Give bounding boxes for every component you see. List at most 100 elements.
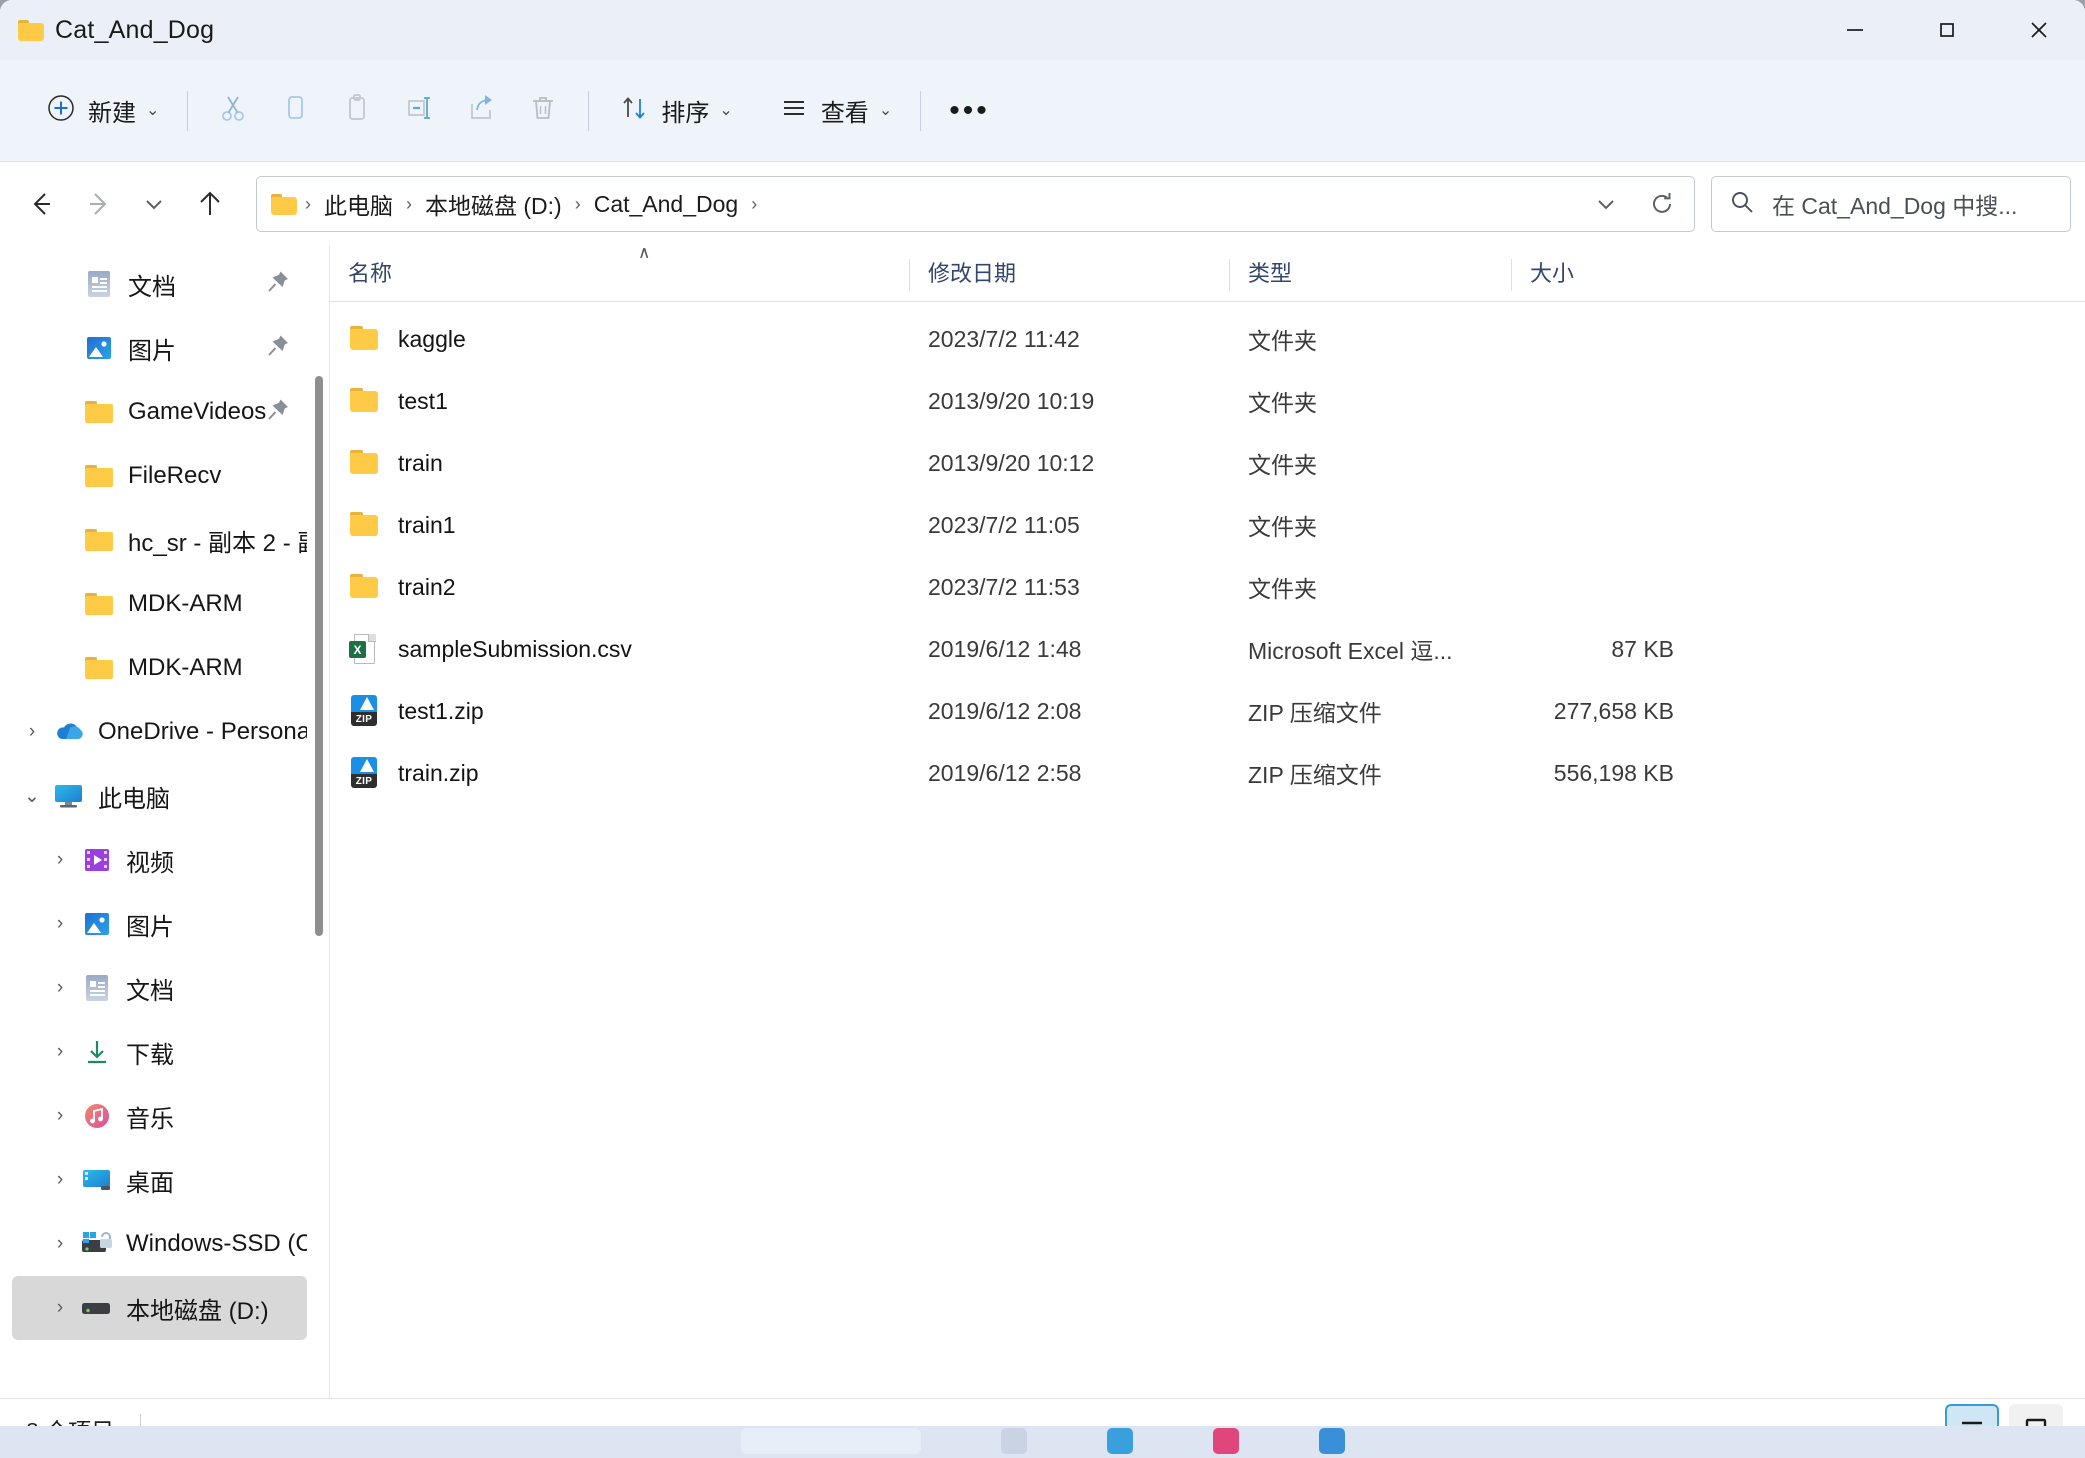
breadcrumb-item-this-pc[interactable]: 此电脑 [315, 182, 402, 226]
chevron-right-icon[interactable]: › [40, 1276, 80, 1340]
sidebar-scrollbar[interactable] [313, 376, 325, 1318]
table-row[interactable]: kaggle 2023/7/2 11:42 文件夹 [330, 308, 2085, 370]
file-date-cell: 2023/7/2 11:05 [928, 511, 1080, 538]
file-name-cell[interactable]: ZIP test1.zip [330, 695, 910, 727]
sidebar-item-label: 文档 [128, 273, 176, 301]
folder-icon [348, 447, 382, 479]
taskbar-item-4[interactable] [1318, 1428, 1345, 1454]
chevron-right-icon[interactable]: › [40, 828, 80, 892]
paste-button[interactable] [326, 80, 388, 142]
breadcrumb-item-local-disk-d[interactable]: 本地磁盘 (D:) [416, 182, 571, 226]
sidebar-item-9[interactable]: › 视频 [12, 828, 307, 892]
cut-button[interactable] [202, 80, 264, 142]
chevron-right-icon[interactable]: › [40, 1212, 80, 1276]
videos-icon [80, 843, 114, 877]
file-name-cell[interactable]: test1 [330, 385, 910, 417]
refresh-button[interactable] [1634, 179, 1690, 229]
table-row[interactable]: XsampleSubmission.csv 2019/6/12 1:48 Micro… [330, 618, 2085, 680]
sidebar-item-14[interactable]: › 桌面 [12, 1148, 307, 1212]
sidebar-item-13[interactable]: › 音乐 [12, 1084, 307, 1148]
file-name-cell[interactable]: train [330, 447, 910, 479]
sidebar-item-1[interactable]: 图片 [12, 316, 307, 380]
sidebar-item-15[interactable]: › Windows-SSD (C:) [12, 1212, 307, 1276]
forward-button[interactable] [70, 176, 126, 232]
back-button[interactable] [14, 176, 70, 232]
search-input[interactable]: 在 Cat_And_Dog 中搜... [1772, 187, 2017, 221]
sidebar-item-3[interactable]: FileRecv [12, 444, 307, 508]
sidebar-item-6[interactable]: MDK-ARM [12, 636, 307, 700]
chevron-right-icon[interactable]: › [40, 1020, 80, 1084]
sidebar-item-11[interactable]: › 文档 [12, 956, 307, 1020]
sidebar-item-12[interactable]: › 下载 [12, 1020, 307, 1084]
clipboard-icon [340, 91, 374, 130]
command-toolbar: 新建 ⌄ 排序 ⌄ 查看 ⌄ ••• [0, 60, 2085, 162]
sidebar-item-label: MDK-ARM [128, 654, 243, 681]
rename-button[interactable] [388, 80, 450, 142]
sidebar-item-16[interactable]: › 本地磁盘 (D:) [12, 1276, 307, 1340]
column-header-name[interactable]: ∧ 名称 [330, 243, 910, 301]
column-header-date-modified[interactable]: 修改日期 [910, 245, 1230, 301]
sidebar-scrollbar-thumb[interactable] [315, 376, 323, 936]
toolbar-divider-3 [920, 90, 922, 131]
column-header-size-label: 大小 [1530, 261, 1575, 286]
table-row[interactable]: train1 2023/7/2 11:05 文件夹 [330, 494, 2085, 556]
taskbar-item-3[interactable] [1212, 1428, 1239, 1454]
view-button[interactable]: 查看 ⌄ [763, 80, 906, 142]
table-row[interactable]: train2 2023/7/2 11:53 文件夹 [330, 556, 2085, 618]
table-row[interactable]: train 2013/9/20 10:12 文件夹 [330, 432, 2085, 494]
desktop-icon [80, 1163, 114, 1197]
file-name-cell[interactable]: kaggle [330, 323, 910, 355]
sidebar-item-8[interactable]: ⌄ 此电脑 [12, 764, 307, 828]
breadcrumb-separator: › [305, 193, 311, 214]
search-box[interactable]: 在 Cat_And_Dog 中搜... [1711, 176, 2071, 232]
sidebar-item-0[interactable]: 文档 [12, 252, 307, 316]
pin-icon[interactable] [265, 333, 291, 364]
maximize-button[interactable] [1901, 0, 1993, 60]
scissors-icon [216, 91, 250, 130]
address-dropdown-button[interactable] [1578, 179, 1634, 229]
sort-button[interactable]: 排序 ⌄ [603, 80, 746, 142]
pin-icon[interactable] [265, 269, 291, 300]
sidebar-item-2[interactable]: GameVideos [12, 380, 307, 444]
file-date-cell: 2019/6/12 2:08 [928, 697, 1082, 724]
address-bar[interactable]: › 此电脑 › 本地磁盘 (D:) › Cat_And_Dog › [256, 176, 1695, 232]
sidebar-item-7[interactable]: › OneDrive - Persona [12, 700, 307, 764]
table-row[interactable]: test1 2013/9/20 10:19 文件夹 [330, 370, 2085, 432]
column-header-type[interactable]: 类型 [1230, 245, 1512, 301]
file-name-cell[interactable]: XsampleSubmission.csv [330, 633, 910, 665]
table-row[interactable]: ZIP test1.zip 2019/6/12 2:08 ZIP 压缩文件 277,65… [330, 680, 2085, 742]
onedrive-icon [52, 715, 86, 749]
chevron-down-icon[interactable]: ⌄ [12, 764, 52, 828]
sidebar-item-label: 音乐 [126, 1105, 174, 1133]
new-button[interactable]: 新建 ⌄ [30, 80, 173, 142]
breadcrumb-separator: › [406, 193, 412, 214]
taskbar-item-2[interactable] [1106, 1428, 1133, 1454]
trash-icon [526, 91, 560, 130]
file-name-label: train2 [398, 573, 456, 600]
file-name-cell[interactable]: ZIP train.zip [330, 757, 910, 789]
table-row[interactable]: ZIP train.zip 2019/6/12 2:58 ZIP 压缩文件 556,19… [330, 742, 2085, 804]
see-more-button[interactable]: ••• [935, 80, 1004, 142]
chevron-right-icon[interactable]: › [40, 956, 80, 1020]
minimize-button[interactable] [1809, 0, 1901, 60]
sidebar-item-10[interactable]: › 图片 [12, 892, 307, 956]
up-button[interactable] [182, 176, 238, 232]
file-name-cell[interactable]: train1 [330, 509, 910, 541]
delete-button[interactable] [512, 80, 574, 142]
chevron-right-icon[interactable]: › [40, 1148, 80, 1212]
chevron-right-icon[interactable]: › [12, 700, 52, 764]
close-button[interactable] [1993, 0, 2085, 60]
share-button[interactable] [450, 80, 512, 142]
sidebar-item-5[interactable]: MDK-ARM [12, 572, 307, 636]
copy-button[interactable] [264, 80, 326, 142]
chevron-right-icon[interactable]: › [40, 892, 80, 956]
sidebar-item-4[interactable]: hc_sr - 副本 2 - 副本 [12, 508, 307, 572]
taskbar-search[interactable] [740, 1428, 921, 1454]
column-header-size[interactable]: 大小 [1512, 245, 1712, 301]
breadcrumb-item-cat-and-dog[interactable]: Cat_And_Dog [585, 186, 748, 223]
chevron-right-icon[interactable]: › [40, 1084, 80, 1148]
taskbar-item-1[interactable] [1000, 1428, 1027, 1454]
pin-icon[interactable] [265, 397, 291, 428]
file-name-cell[interactable]: train2 [330, 571, 910, 603]
recent-locations-button[interactable] [126, 176, 182, 232]
